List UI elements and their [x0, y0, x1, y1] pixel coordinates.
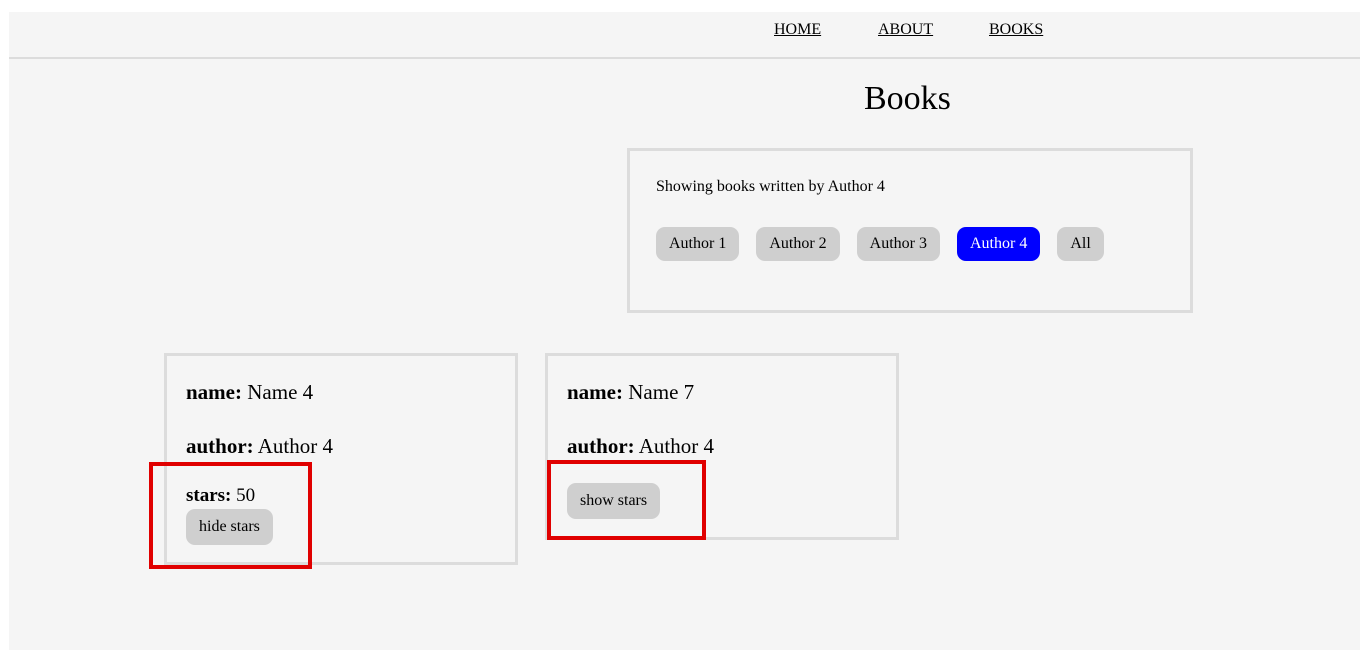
book-stars-value: 50: [236, 485, 256, 506]
book-card: name: Name 4 author: Author 4 stars: 50 …: [164, 353, 518, 565]
book-name-value: Name 7: [628, 380, 695, 404]
filter-author-4-button[interactable]: Author 4: [956, 227, 1041, 261]
filter-author-1-button[interactable]: Author 1: [656, 227, 740, 261]
top-navbar: HOME ABOUT BOOKS: [9, 12, 1360, 59]
hide-stars-button[interactable]: hide stars: [186, 509, 273, 545]
book-name-label: name:: [567, 380, 623, 404]
author-filter-panel: Showing books written by Author 4 Author…: [627, 148, 1193, 313]
book-stars-field: stars: 50: [186, 485, 255, 507]
book-author-label: author:: [567, 434, 635, 458]
filter-author-2-button[interactable]: Author 2: [756, 227, 840, 261]
filter-status-text: Showing books written by Author 4: [656, 178, 885, 195]
book-author-value: Author 4: [257, 434, 334, 458]
book-author-value: Author 4: [638, 434, 715, 458]
book-author-field: author: Author 4: [186, 434, 333, 459]
book-name-value: Name 4: [247, 380, 314, 404]
book-name-field: name: Name 4: [186, 380, 313, 405]
page-title: Books: [864, 80, 951, 117]
filter-author-3-button[interactable]: Author 3: [856, 227, 940, 261]
nav-link-home[interactable]: HOME: [774, 21, 821, 39]
book-card: name: Name 7 author: Author 4 show stars: [545, 353, 899, 540]
book-name-label: name:: [186, 380, 242, 404]
book-author-label: author:: [186, 434, 254, 458]
book-stars-label: stars:: [186, 485, 232, 506]
author-filter-buttons: Author 1 Author 2 Author 3 Author 4 All: [656, 227, 1104, 261]
book-author-field: author: Author 4: [567, 434, 714, 459]
nav-link-about[interactable]: ABOUT: [878, 21, 933, 39]
app-frame: HOME ABOUT BOOKS Books Showing books wri…: [9, 12, 1360, 650]
show-stars-button[interactable]: show stars: [567, 483, 661, 519]
book-name-field: name: Name 7: [567, 380, 694, 405]
nav-link-books[interactable]: BOOKS: [989, 21, 1043, 39]
filter-all-button[interactable]: All: [1057, 227, 1104, 261]
